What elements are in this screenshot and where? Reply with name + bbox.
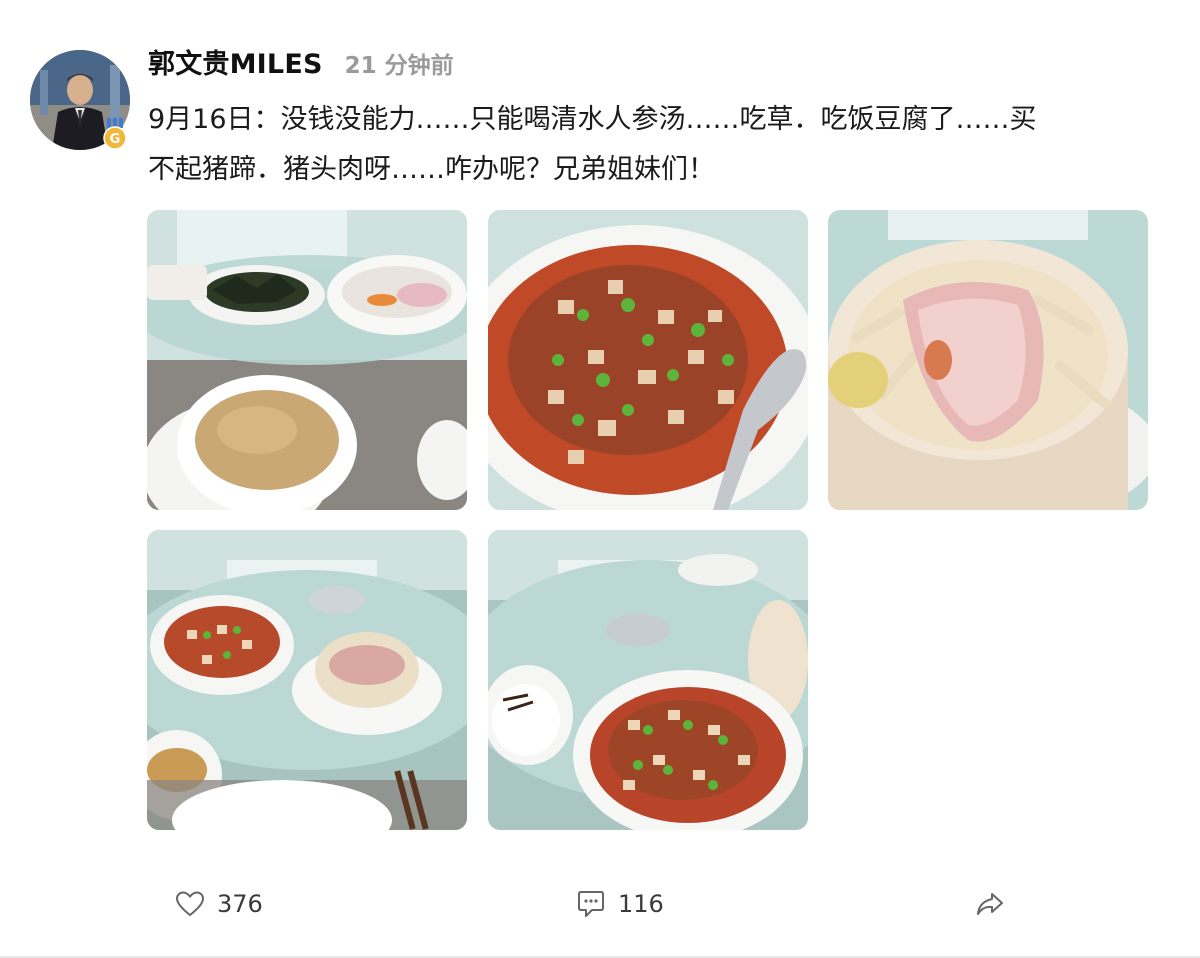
steamed-fish-photo[interactable]	[828, 210, 1148, 510]
comment-bubble-icon	[578, 891, 604, 917]
table-spread-photo[interactable]	[147, 530, 467, 830]
verified-badge-icon: G	[103, 118, 127, 150]
mapo-tofu-photo[interactable]	[488, 210, 808, 510]
post-text: 9月16日：没钱没能力……只能喝清水人参汤……吃草．吃饭豆腐了……买 不起猪蹄．…	[148, 95, 1168, 195]
comment-count: 116	[618, 890, 664, 918]
comment-button[interactable]: 116	[576, 876, 664, 932]
svg-text:G: G	[110, 132, 121, 147]
like-button[interactable]: 376	[175, 876, 263, 932]
heart-outline-icon	[175, 891, 205, 917]
share-arrow-icon	[977, 893, 1003, 915]
post-text-line: 不起猪蹄．猪头肉呀……咋办呢？兄弟姐妹们！	[148, 154, 715, 185]
share-button[interactable]	[975, 876, 1005, 932]
post-actions: 376 116	[0, 876, 1200, 932]
post-text-line: 9月16日：没钱没能力……只能喝清水人参汤……吃草．吃饭豆腐了……买	[148, 104, 1037, 135]
table-tofu-rice-photo[interactable]	[488, 530, 808, 830]
photo-grid	[147, 210, 1149, 830]
post-header: 郭文贵MILES 21 分钟前	[148, 42, 454, 82]
post-timestamp: 21 分钟前	[344, 53, 454, 79]
author-name[interactable]: 郭文贵MILES	[148, 42, 323, 81]
author-avatar[interactable]: G	[30, 50, 130, 150]
like-count: 376	[217, 890, 263, 918]
clear-ginseng-soup-photo[interactable]	[147, 210, 467, 510]
